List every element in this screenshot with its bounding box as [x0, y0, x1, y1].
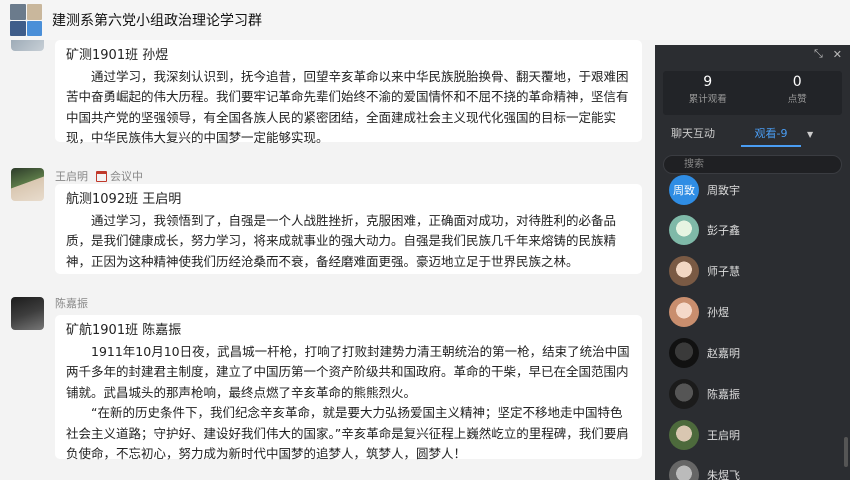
tab-viewers[interactable]: 观看-9: [741, 121, 801, 147]
member-item[interactable]: 彭子鑫: [669, 215, 740, 245]
message-bubble: 矿测1901班 孙煜 通过学习，我深刻认识到，抚今追昔，回望辛亥革命以来中华民族…: [55, 40, 642, 145]
message-paragraph: “在新的历史条件下，我们纪念辛亥革命，就是要大力弘扬爱国主义精神；坚定不移地走中…: [66, 405, 629, 461]
calendar-icon: [96, 170, 107, 182]
message-bubble: 矿航1901班 陈嘉振 1911年10月10日夜，武昌城一杆枪，打响了打败封建势…: [55, 315, 642, 461]
message-paragraph: 1911年10月10日夜，武昌城一杆枪，打响了打败封建势力清王朝统治的第一枪，结…: [66, 343, 630, 400]
group-avatar[interactable]: [10, 4, 42, 36]
member-avatar: [669, 338, 699, 368]
stat-likes: 0 点赞: [753, 71, 843, 115]
message-bubble: 航测1092班 王启明 通过学习，我领悟到了，自强是一个人战胜挫折，克服困难，正…: [55, 184, 642, 274]
stat-total-views: 9 累计观看: [663, 71, 753, 115]
panel-toolbar: ⤡ ✕: [655, 45, 850, 63]
sender-avatar[interactable]: [11, 168, 44, 201]
member-avatar: [669, 297, 699, 327]
member-item[interactable]: 师子慧: [669, 256, 740, 286]
member-avatar: [669, 460, 699, 480]
member-avatar: 周致: [669, 175, 699, 205]
search-input[interactable]: 搜索: [663, 155, 842, 174]
shrink-icon[interactable]: ⤡: [814, 47, 823, 61]
member-name: 周致宇: [707, 184, 740, 197]
sender-line: 王启明 会议中: [55, 168, 143, 184]
tab-chat[interactable]: 聊天互动: [663, 121, 723, 147]
chat-header: 建测系第六党小组政治理论学习群: [0, 0, 850, 40]
member-item[interactable]: 王启明: [669, 420, 740, 450]
message-paragraph: 通过学习，我深刻认识到，抚今追昔，回望辛亥革命以来中华民族脱胎换骨、翻天覆地，于…: [66, 68, 629, 146]
member-avatar: [669, 420, 699, 450]
meeting-status-label: 会议中: [110, 170, 143, 183]
member-item[interactable]: 赵嘉明: [669, 338, 740, 368]
group-avatar-tile: [10, 4, 26, 20]
message-title: 矿测1901班 孙煜: [66, 48, 169, 63]
sender-avatar[interactable]: [11, 297, 44, 330]
sender-avatar[interactable]: [11, 40, 44, 51]
stats-box: 9 累计观看 0 点赞: [663, 71, 842, 115]
member-name: 孙煜: [707, 306, 729, 319]
viewer-panel: ⤡ ✕ 9 累计观看 0 点赞 聊天互动 观看-9 ▼ 搜索 周致 周致宇 彭子…: [655, 45, 850, 480]
member-item[interactable]: 朱煜飞: [669, 460, 740, 480]
group-avatar-tile: [26, 4, 42, 20]
panel-tabs: 聊天互动 观看-9 ▼: [655, 121, 850, 147]
panel-scrollbar[interactable]: [844, 437, 848, 467]
group-avatar-tile: [26, 20, 42, 36]
member-avatar: [669, 256, 699, 286]
stat-label: 累计观看: [688, 94, 727, 105]
stat-value: 9: [703, 74, 713, 90]
member-name: 彭子鑫: [707, 224, 740, 237]
member-name: 赵嘉明: [707, 347, 740, 360]
member-avatar: [669, 379, 699, 409]
caret-down-icon[interactable]: ▼: [807, 130, 813, 139]
message-paragraph: 通过学习，我领悟到了，自强是一个人战胜挫折，克服困难，正确面对成功，对待胜利的必…: [66, 212, 617, 269]
member-item[interactable]: 孙煜: [669, 297, 729, 327]
member-item[interactable]: 陈嘉振: [669, 379, 740, 409]
member-name: 朱煜飞: [707, 469, 740, 480]
message-title: 航测1092班 王启明: [66, 192, 182, 207]
member-name: 陈嘉振: [707, 388, 740, 401]
member-item[interactable]: 周致 周致宇: [669, 175, 740, 205]
group-title: 建测系第六党小组政治理论学习群: [52, 13, 262, 29]
sender-name: 王启明: [55, 170, 88, 183]
group-avatar-tile: [10, 20, 26, 36]
meeting-status: 会议中: [96, 168, 143, 184]
stat-label: 点赞: [787, 94, 807, 105]
sender-name: 陈嘉振: [55, 297, 88, 310]
member-name: 师子慧: [707, 265, 740, 278]
member-avatar: [669, 215, 699, 245]
sender-line: 陈嘉振: [55, 295, 88, 311]
member-name: 王启明: [707, 429, 740, 442]
tab-viewers-label: 观看-9: [754, 127, 788, 140]
close-icon[interactable]: ✕: [833, 48, 842, 61]
chat-area[interactable]: 矿测1901班 孙煜 通过学习，我深刻认识到，抚今追昔，回望辛亥革命以来中华民族…: [0, 40, 655, 480]
stat-value: 0: [792, 74, 802, 90]
message-title: 矿航1901班 陈嘉振: [66, 323, 182, 338]
